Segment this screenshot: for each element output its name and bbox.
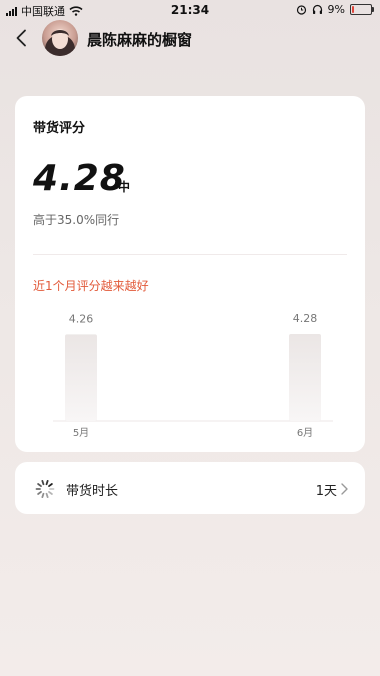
duration-value: 1天 — [315, 484, 337, 499]
chart-bar — [65, 334, 97, 421]
chart-tick-label: 5月 — [73, 427, 89, 439]
score-value: 4.28 — [33, 158, 126, 199]
peer-comparison: 高于35.0%同行 — [33, 213, 120, 227]
status-bar: 中国联通 21:34 9% — [0, 0, 380, 20]
shop-name: 晨陈麻麻的橱窗 — [87, 31, 193, 49]
duration-label: 带货时长 — [66, 484, 119, 499]
spinner-tick — [37, 483, 42, 487]
chart-bar — [289, 334, 321, 421]
headphones-icon — [312, 4, 322, 14]
chart-data-label: 4.28 — [293, 312, 318, 325]
score-card-title: 带货评分 — [33, 121, 86, 136]
spinner-tick — [41, 492, 45, 498]
avatar-portrait-icon — [45, 29, 75, 56]
spinner-tick — [45, 492, 49, 498]
status-right: 9% — [296, 3, 374, 16]
score-grade: 中 — [118, 180, 131, 194]
spinner-tick — [45, 480, 49, 486]
duration-row[interactable]: 带货时长 1天 — [15, 462, 365, 514]
back-button[interactable] — [10, 27, 32, 49]
loading-spinner-icon — [35, 480, 55, 498]
battery-percent: 9% — [327, 3, 345, 16]
spinner-tick — [48, 491, 53, 495]
trend-text: 近1个月评分越来越好 — [33, 279, 149, 293]
header: 晨陈麻麻的橱窗 — [0, 20, 380, 58]
chevron-left-icon — [16, 29, 26, 47]
avatar[interactable] — [42, 20, 78, 56]
chart-tick-label: 6月 — [297, 427, 313, 439]
alarm-icon — [296, 5, 306, 15]
chevron-right-icon — [341, 483, 348, 495]
chart-data-label: 4.26 — [69, 312, 94, 325]
spinner-tick — [48, 483, 53, 487]
spinner-tick — [37, 491, 42, 495]
battery-icon — [350, 4, 374, 15]
score-card: 带货评分 4.28 中 高于35.0%同行 近1个月评分越来越好 4.26 5月 4… — [15, 96, 365, 452]
divider — [33, 254, 347, 255]
score-bar-chart: 4.26 5月 4.28 6月 — [53, 312, 333, 439]
battery-fill — [352, 6, 354, 13]
spinner-tick — [41, 480, 45, 486]
